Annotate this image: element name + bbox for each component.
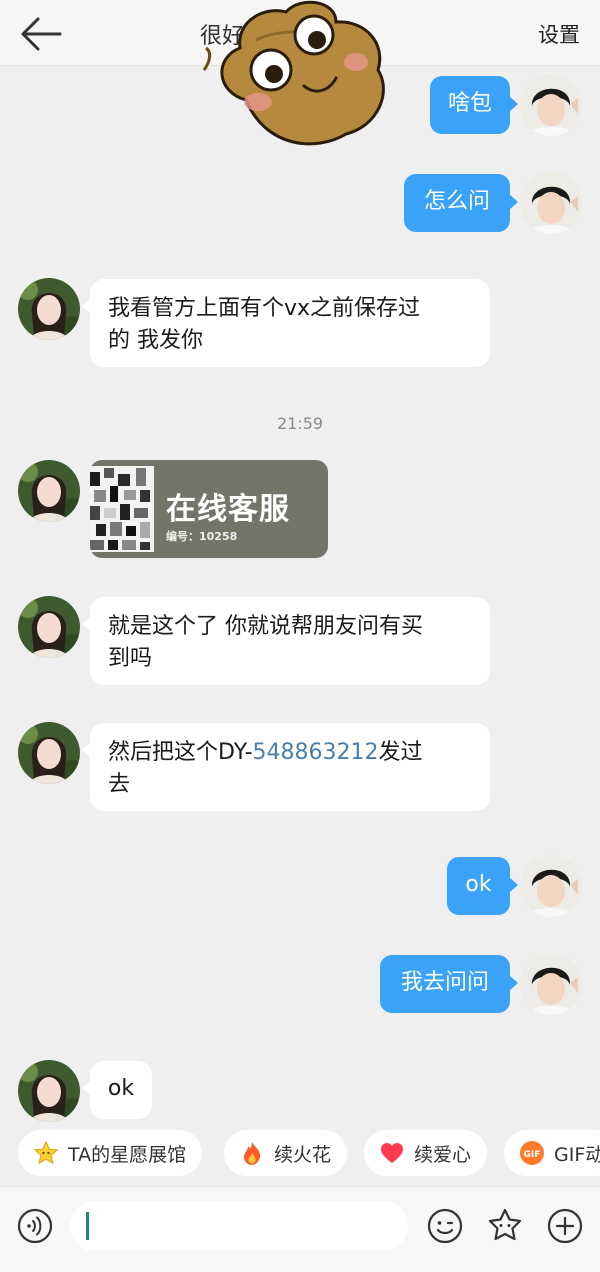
- message-text-line: 就是这个了 你就说帮朋友问有买: [108, 614, 423, 639]
- my-avatar[interactable]: [520, 74, 582, 136]
- qr-code-pixelated: [90, 466, 154, 552]
- gif-icon: GIF: [518, 1139, 546, 1167]
- contact-card-message[interactable]: 在线客服 编号：10258: [90, 460, 328, 558]
- quick-action-chips: TA的星愿展馆 续火花 续爱心 GIF GIF动: [0, 1130, 600, 1180]
- outgoing-message[interactable]: ok: [447, 857, 510, 915]
- card-id: 编号：10258: [166, 530, 238, 543]
- message-input[interactable]: [70, 1201, 408, 1251]
- incoming-message[interactable]: 然后把这个DY-548863212发过 去: [90, 723, 490, 811]
- contact-avatar[interactable]: [18, 596, 80, 658]
- chip-heart[interactable]: 续爱心: [364, 1130, 488, 1176]
- outgoing-message[interactable]: 我去问问: [380, 955, 510, 1013]
- settings-button[interactable]: 设置: [538, 19, 580, 49]
- chip-label: GIF动: [554, 1143, 600, 1166]
- incoming-message[interactable]: 就是这个了 你就说帮朋友问有买 到吗: [90, 597, 490, 685]
- chip-star-gallery[interactable]: TA的星愿展馆: [18, 1130, 203, 1176]
- star-icon: [32, 1139, 60, 1167]
- incoming-message[interactable]: 我看管方上面有个vx之前保存过 的 我发你: [90, 279, 490, 367]
- message-text-line: 然后把这个DY-548863212发过: [108, 737, 472, 769]
- message-text-line: 到吗: [108, 646, 153, 671]
- timestamp: 21:59: [276, 414, 324, 433]
- plus-icon[interactable]: [546, 1207, 584, 1245]
- outgoing-message[interactable]: 啥包: [430, 76, 510, 134]
- sticker-icon[interactable]: [486, 1207, 524, 1245]
- chip-label: 续爱心: [414, 1143, 472, 1166]
- chip-fire[interactable]: 续火花: [224, 1130, 348, 1176]
- incoming-message[interactable]: ok: [90, 1061, 152, 1119]
- message-text-line: 的 我发你: [108, 328, 203, 353]
- message-text-line: 去: [108, 772, 131, 797]
- fire-icon: [238, 1139, 266, 1167]
- message-text: ok: [107, 1076, 135, 1101]
- contact-avatar[interactable]: [18, 278, 80, 340]
- number-link[interactable]: 548863212: [253, 740, 379, 765]
- text-caret: [86, 1212, 89, 1240]
- contact-avatar[interactable]: [18, 460, 80, 522]
- my-avatar[interactable]: [520, 953, 582, 1015]
- contact-avatar[interactable]: [18, 1060, 80, 1122]
- svg-text:GIF: GIF: [524, 1150, 541, 1160]
- emoji-icon[interactable]: [426, 1207, 464, 1245]
- message-text: 然后把这个DY-: [108, 740, 253, 765]
- outgoing-message[interactable]: 怎么问: [404, 174, 510, 232]
- my-avatar[interactable]: [520, 855, 582, 917]
- voice-icon[interactable]: [16, 1207, 54, 1245]
- input-bar: [0, 1186, 600, 1272]
- my-avatar[interactable]: [520, 172, 582, 234]
- back-arrow-icon[interactable]: [18, 14, 64, 54]
- message-text: ok: [465, 872, 492, 897]
- contact-avatar[interactable]: [18, 722, 80, 784]
- chip-label: 续火花: [274, 1143, 332, 1166]
- message-text: 啥包: [447, 91, 492, 116]
- message-text: 发过: [378, 740, 423, 765]
- card-title: 在线客服: [166, 492, 290, 527]
- message-text-line: 我看管方上面有个vx之前保存过: [108, 296, 421, 321]
- chip-label: TA的星愿展馆: [68, 1143, 187, 1166]
- message-text: 我去问问: [400, 970, 489, 995]
- message-text: 怎么问: [423, 189, 490, 214]
- poop-face-sticker: [202, 0, 385, 146]
- heart-icon: [378, 1139, 406, 1167]
- chip-gif[interactable]: GIF GIF动: [504, 1130, 600, 1176]
